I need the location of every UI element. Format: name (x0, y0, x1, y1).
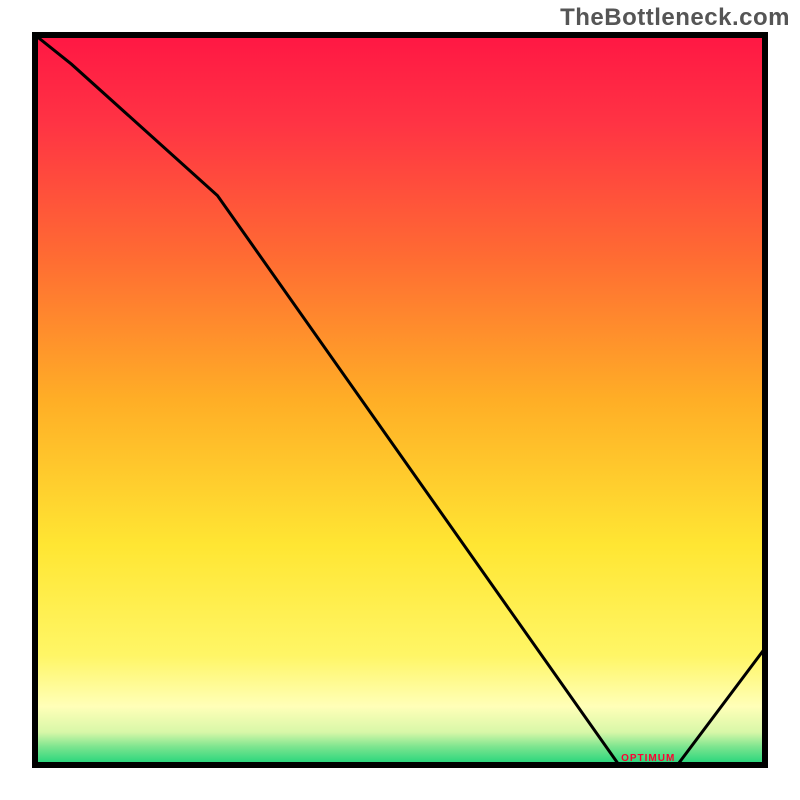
watermark-text: TheBottleneck.com (560, 4, 790, 32)
gradient-background (35, 35, 765, 765)
bottleneck-chart: OPTIMUM (0, 0, 800, 800)
chart-container: TheBottleneck.com OPTIMUM (0, 0, 800, 800)
plot-area: OPTIMUM (35, 35, 765, 765)
